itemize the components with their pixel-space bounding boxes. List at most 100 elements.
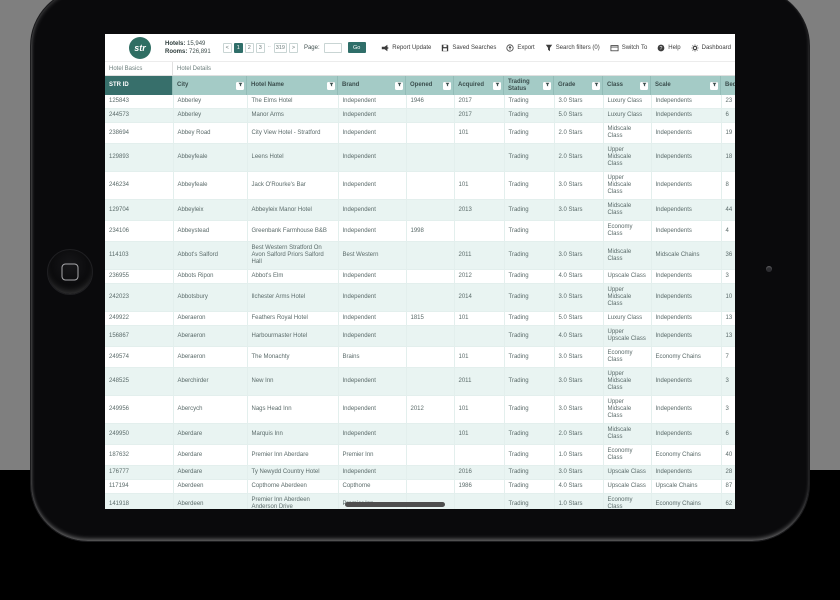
filter-button[interactable] bbox=[710, 82, 718, 90]
table-cell: Independent bbox=[338, 221, 406, 242]
table-cell: Aberdeen bbox=[173, 494, 247, 510]
filter-button[interactable] bbox=[592, 82, 600, 90]
table-cell: 2011 bbox=[454, 242, 504, 270]
column-header-label: Bedrooms bbox=[725, 82, 735, 89]
table-row[interactable]: 129704AbbeyleixAbbeyleix Manor HotelInde… bbox=[105, 200, 735, 221]
hotel-room-stats: Hotels: 15,949 Rooms: 726,891 bbox=[165, 40, 211, 56]
table-cell: 19 bbox=[721, 123, 735, 144]
table-cell: Independents bbox=[651, 424, 721, 445]
toolbar-item-dashboard[interactable]: Dashboard bbox=[691, 44, 731, 52]
table-cell: 101 bbox=[454, 312, 504, 326]
page-button-1[interactable]: 1 bbox=[234, 43, 243, 53]
help-icon: ? bbox=[657, 44, 665, 52]
table-cell: 1815 bbox=[406, 312, 454, 326]
table-cell: 156867 bbox=[105, 326, 173, 347]
page-input[interactable] bbox=[324, 43, 342, 53]
table-row[interactable]: 125843AbberleyThe Elms HotelIndependent1… bbox=[105, 95, 735, 109]
saved-searches-icon bbox=[441, 44, 449, 52]
filter-button[interactable] bbox=[443, 82, 451, 90]
table-cell: Abberley bbox=[173, 95, 247, 109]
table-cell: 101 bbox=[454, 396, 504, 424]
page-button-3[interactable]: 3 bbox=[256, 43, 265, 53]
table-cell: Independents bbox=[651, 312, 721, 326]
toolbar-item-label: Dashboard bbox=[702, 45, 731, 51]
column-header-city: City bbox=[173, 76, 247, 95]
filter-button[interactable] bbox=[236, 82, 244, 90]
table-cell: Trading bbox=[504, 424, 554, 445]
table-row[interactable]: 248525AberchirderNew InnIndependent2011T… bbox=[105, 368, 735, 396]
export-icon bbox=[506, 44, 514, 52]
table-cell: Independent bbox=[338, 270, 406, 284]
table-row[interactable]: 114103Abbot's SalfordBest Western Stratf… bbox=[105, 242, 735, 270]
table-cell: 87 bbox=[721, 480, 735, 494]
table-cell: Midscale Class bbox=[603, 424, 651, 445]
filter-button[interactable] bbox=[640, 82, 648, 90]
table-row[interactable]: 249950AberdareMarquis InnIndependent101T… bbox=[105, 424, 735, 445]
page-button-2[interactable]: 2 bbox=[245, 43, 254, 53]
table-cell bbox=[406, 480, 454, 494]
table-cell: 5.0 Stars bbox=[554, 109, 603, 123]
toolbar-item-report-update[interactable]: Report Update bbox=[381, 44, 431, 52]
table-cell: Economy Chains bbox=[651, 494, 721, 510]
toolbar-item-switch-to[interactable]: Switch To bbox=[610, 44, 648, 52]
table-cell: 234106 bbox=[105, 221, 173, 242]
table-row[interactable]: 244573AbberleyManor ArmsIndependent2017T… bbox=[105, 109, 735, 123]
table-cell: Trading bbox=[504, 95, 554, 109]
table-cell: 3.0 Stars bbox=[554, 95, 603, 109]
table-cell: The Monachty bbox=[247, 347, 338, 368]
toolbar-item-export[interactable]: Export bbox=[506, 44, 534, 52]
toolbar-item-label: Report Update bbox=[392, 45, 431, 51]
table-row[interactable]: 246234AbbeyfealeJack O'Rourke's BarIndep… bbox=[105, 172, 735, 200]
filter-button[interactable] bbox=[543, 82, 551, 90]
filter-icon bbox=[238, 82, 243, 90]
column-header-label: Trading Status bbox=[508, 79, 542, 92]
table-row[interactable]: 249922AberaeronFeathers Royal HotelIndep… bbox=[105, 312, 735, 326]
table-row[interactable]: 176777AberdareTy Newydd Country HotelInd… bbox=[105, 466, 735, 480]
table-row[interactable]: 249574AberaeronThe MonachtyBrains101Trad… bbox=[105, 347, 735, 368]
toolbar-item-saved-searches[interactable]: Saved Searches bbox=[441, 44, 496, 52]
table-row[interactable]: 129893AbbeyfealeLeens HotelIndependentTr… bbox=[105, 144, 735, 172]
table-cell: Aberdare bbox=[173, 445, 247, 466]
table-cell bbox=[454, 445, 504, 466]
table-cell: Trading bbox=[504, 326, 554, 347]
filter-button[interactable] bbox=[493, 82, 501, 90]
tab-hotel-details[interactable]: Hotel Details bbox=[173, 62, 735, 75]
table-cell: 5.0 Stars bbox=[554, 312, 603, 326]
search-filters-icon bbox=[545, 44, 553, 52]
horizontal-scrollbar-thumb[interactable] bbox=[345, 502, 445, 507]
table-row[interactable]: 238694Abbey RoadCity View Hotel - Stratf… bbox=[105, 123, 735, 144]
table-row[interactable]: 187632AberdarePremier Inn AberdarePremie… bbox=[105, 445, 735, 466]
table-row[interactable]: 117194AberdeenCopthorne AberdeenCopthorn… bbox=[105, 480, 735, 494]
table-row[interactable]: 156867AberaeronHarbourmaster HotelIndepe… bbox=[105, 326, 735, 347]
next-page-button[interactable]: > bbox=[289, 43, 298, 53]
table-cell: 3 bbox=[721, 368, 735, 396]
tablet-frame: str Hotels: 15,949 Rooms: 726,891 < 12 3.… bbox=[30, 0, 810, 542]
column-header-str-id: STR ID bbox=[105, 76, 173, 95]
table-cell: 1998 bbox=[406, 221, 454, 242]
filter-button[interactable] bbox=[395, 82, 403, 90]
table-cell: Independents bbox=[651, 368, 721, 396]
table-row[interactable]: 249956AbercychNags Head InnIndependent20… bbox=[105, 396, 735, 424]
tab-hotel-basics[interactable]: Hotel Basics bbox=[105, 62, 173, 75]
filter-button[interactable] bbox=[327, 82, 335, 90]
table-cell: 6 bbox=[721, 109, 735, 123]
page-button-319[interactable]: 319 bbox=[274, 43, 287, 53]
table-cell: Independents bbox=[651, 466, 721, 480]
go-button[interactable]: Go bbox=[348, 42, 366, 53]
table-cell: Independent bbox=[338, 284, 406, 312]
table-row[interactable]: 242023AbbotsburyIlchester Arms HotelInde… bbox=[105, 284, 735, 312]
table-row[interactable]: 234106AbbeysteadGreenbank Farmhouse B&BI… bbox=[105, 221, 735, 242]
table-cell: Trading bbox=[504, 312, 554, 326]
table-cell: 3.0 Stars bbox=[554, 200, 603, 221]
toolbar-item-search-filters-0-[interactable]: Search filters (0) bbox=[545, 44, 600, 52]
table-cell: Independent bbox=[338, 95, 406, 109]
str-logo: str bbox=[129, 37, 151, 59]
table-row[interactable]: 236955Abbots RiponAbbot's ElmIndependent… bbox=[105, 270, 735, 284]
home-button[interactable] bbox=[47, 249, 93, 295]
table-cell: 101 bbox=[454, 123, 504, 144]
prev-page-button[interactable]: < bbox=[223, 43, 232, 53]
table-cell: 2.0 Stars bbox=[554, 424, 603, 445]
table-cell bbox=[406, 123, 454, 144]
toolbar-item-help[interactable]: ?Help bbox=[657, 44, 680, 52]
table-cell: Independents bbox=[651, 123, 721, 144]
